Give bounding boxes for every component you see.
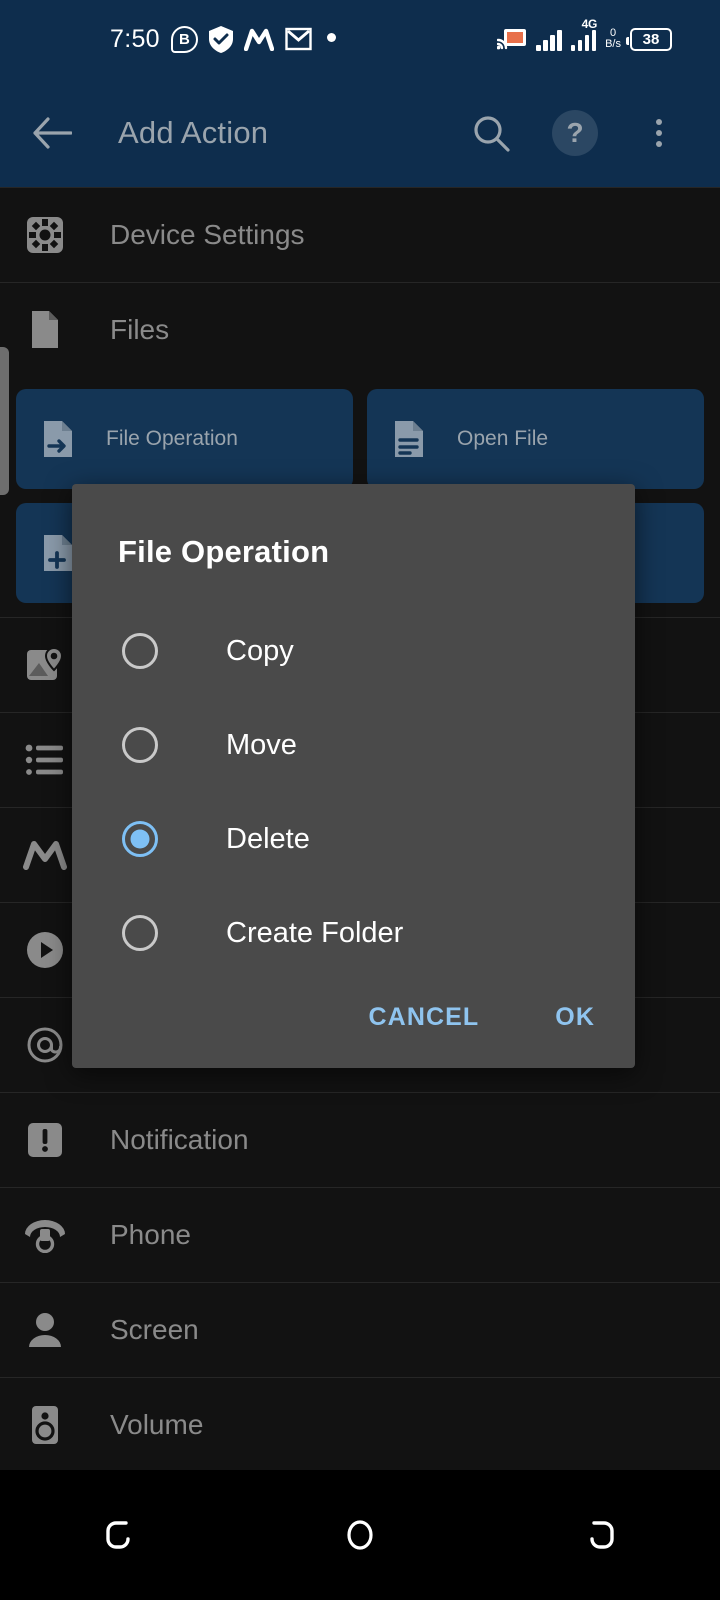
chip-open-file[interactable]: Open File xyxy=(367,389,704,489)
dialog-title: File Operation xyxy=(118,534,330,569)
nav-home-icon[interactable] xyxy=(315,1490,405,1580)
list-item-label: Phone xyxy=(110,1219,191,1250)
list-item-files[interactable]: Files xyxy=(0,282,720,377)
cast-icon xyxy=(496,27,527,51)
file-lines-icon xyxy=(393,419,427,459)
back-arrow-icon[interactable] xyxy=(28,109,76,157)
nav-recents-icon[interactable] xyxy=(555,1490,645,1580)
radio-option-create-folder[interactable]: Create Folder xyxy=(72,886,635,980)
file-plus-icon xyxy=(42,533,76,573)
status-bar-right: 4G 0 B/s 38 xyxy=(496,17,698,51)
file-operation-dialog: File Operation Copy Move Delete Create F… xyxy=(72,484,635,1068)
radio-label: Copy xyxy=(226,634,294,667)
list-item-label: Volume xyxy=(110,1409,204,1440)
shield-check-icon xyxy=(208,26,233,53)
network-type-label: 4G xyxy=(581,17,598,31)
list-item-notification[interactable]: Notification xyxy=(0,1092,720,1187)
overflow-menu-icon[interactable] xyxy=(636,110,682,156)
search-icon[interactable] xyxy=(468,110,514,156)
help-circle-icon[interactable]: ? xyxy=(552,109,598,156)
dot-icon xyxy=(326,32,336,42)
list-item-label: Files xyxy=(110,314,170,345)
phone-rotary-icon xyxy=(22,1217,68,1253)
radio-label: Delete xyxy=(226,822,310,855)
data-rate-unit: B/s xyxy=(605,38,621,50)
list-item-screen[interactable]: Screen xyxy=(0,1282,720,1377)
app-bar: Add Action ? xyxy=(0,78,720,187)
radio-label: Move xyxy=(226,728,297,761)
chip-file-operation[interactable]: File Operation xyxy=(16,389,353,489)
radio-button-selected[interactable] xyxy=(122,821,158,857)
radio-label: Create Folder xyxy=(226,916,404,949)
app-bar-actions: ? xyxy=(468,109,692,156)
phone-screen: 7:50 B 4G 0 B/s 38 Add Action ? Device S… xyxy=(0,0,720,1600)
radio-option-copy[interactable]: Copy xyxy=(72,604,635,698)
radio-button[interactable] xyxy=(122,915,158,951)
radio-group: Copy Move Delete Create Folder xyxy=(72,604,635,980)
status-bar-left: 7:50 B xyxy=(22,25,336,54)
b-badge-icon: B xyxy=(170,25,198,53)
signal-bars-icon xyxy=(536,27,562,51)
list-item-label: Device Settings xyxy=(110,219,305,250)
navigation-bar xyxy=(0,1470,720,1600)
file-arrow-icon xyxy=(42,419,76,459)
chip-label: Open File xyxy=(457,427,549,450)
speaker-icon xyxy=(22,1405,68,1445)
radio-option-delete[interactable]: Delete xyxy=(72,792,635,886)
notification-badge-icon xyxy=(22,1121,68,1159)
radio-option-move[interactable]: Move xyxy=(72,698,635,792)
list-item-volume[interactable]: Volume xyxy=(0,1377,720,1470)
list-item-label: Notification xyxy=(110,1124,249,1155)
gear-icon xyxy=(22,216,68,254)
cancel-button[interactable]: CANCEL xyxy=(359,997,490,1038)
macrodroid-icon xyxy=(243,27,274,51)
battery-icon: 38 xyxy=(626,28,672,51)
data-rate-icon: 0 B/s xyxy=(605,28,621,51)
file-icon xyxy=(22,310,68,350)
signal-bars-4g-icon: 4G xyxy=(570,17,597,51)
macrodroid-icon xyxy=(22,840,68,870)
list-item-phone[interactable]: Phone xyxy=(0,1187,720,1282)
ok-button[interactable]: OK xyxy=(545,997,605,1038)
status-bar-clock: 7:50 xyxy=(110,24,160,53)
gmail-icon xyxy=(285,27,312,51)
list-item-label: Screen xyxy=(110,1314,199,1345)
list-item-device-settings[interactable]: Device Settings xyxy=(0,187,720,282)
dialog-actions: CANCEL OK xyxy=(359,997,605,1038)
list-icon xyxy=(22,743,68,777)
at-sign-icon xyxy=(22,1025,68,1065)
map-location-icon xyxy=(22,646,68,684)
page-title: Add Action xyxy=(118,114,269,150)
radio-button[interactable] xyxy=(122,727,158,763)
status-bar: 7:50 B 4G 0 B/s 38 xyxy=(0,0,720,78)
nav-back-icon[interactable] xyxy=(75,1490,165,1580)
person-icon xyxy=(22,1311,68,1349)
chip-label: File Operation xyxy=(106,427,238,450)
radio-button[interactable] xyxy=(122,633,158,669)
play-circle-icon xyxy=(22,930,68,970)
